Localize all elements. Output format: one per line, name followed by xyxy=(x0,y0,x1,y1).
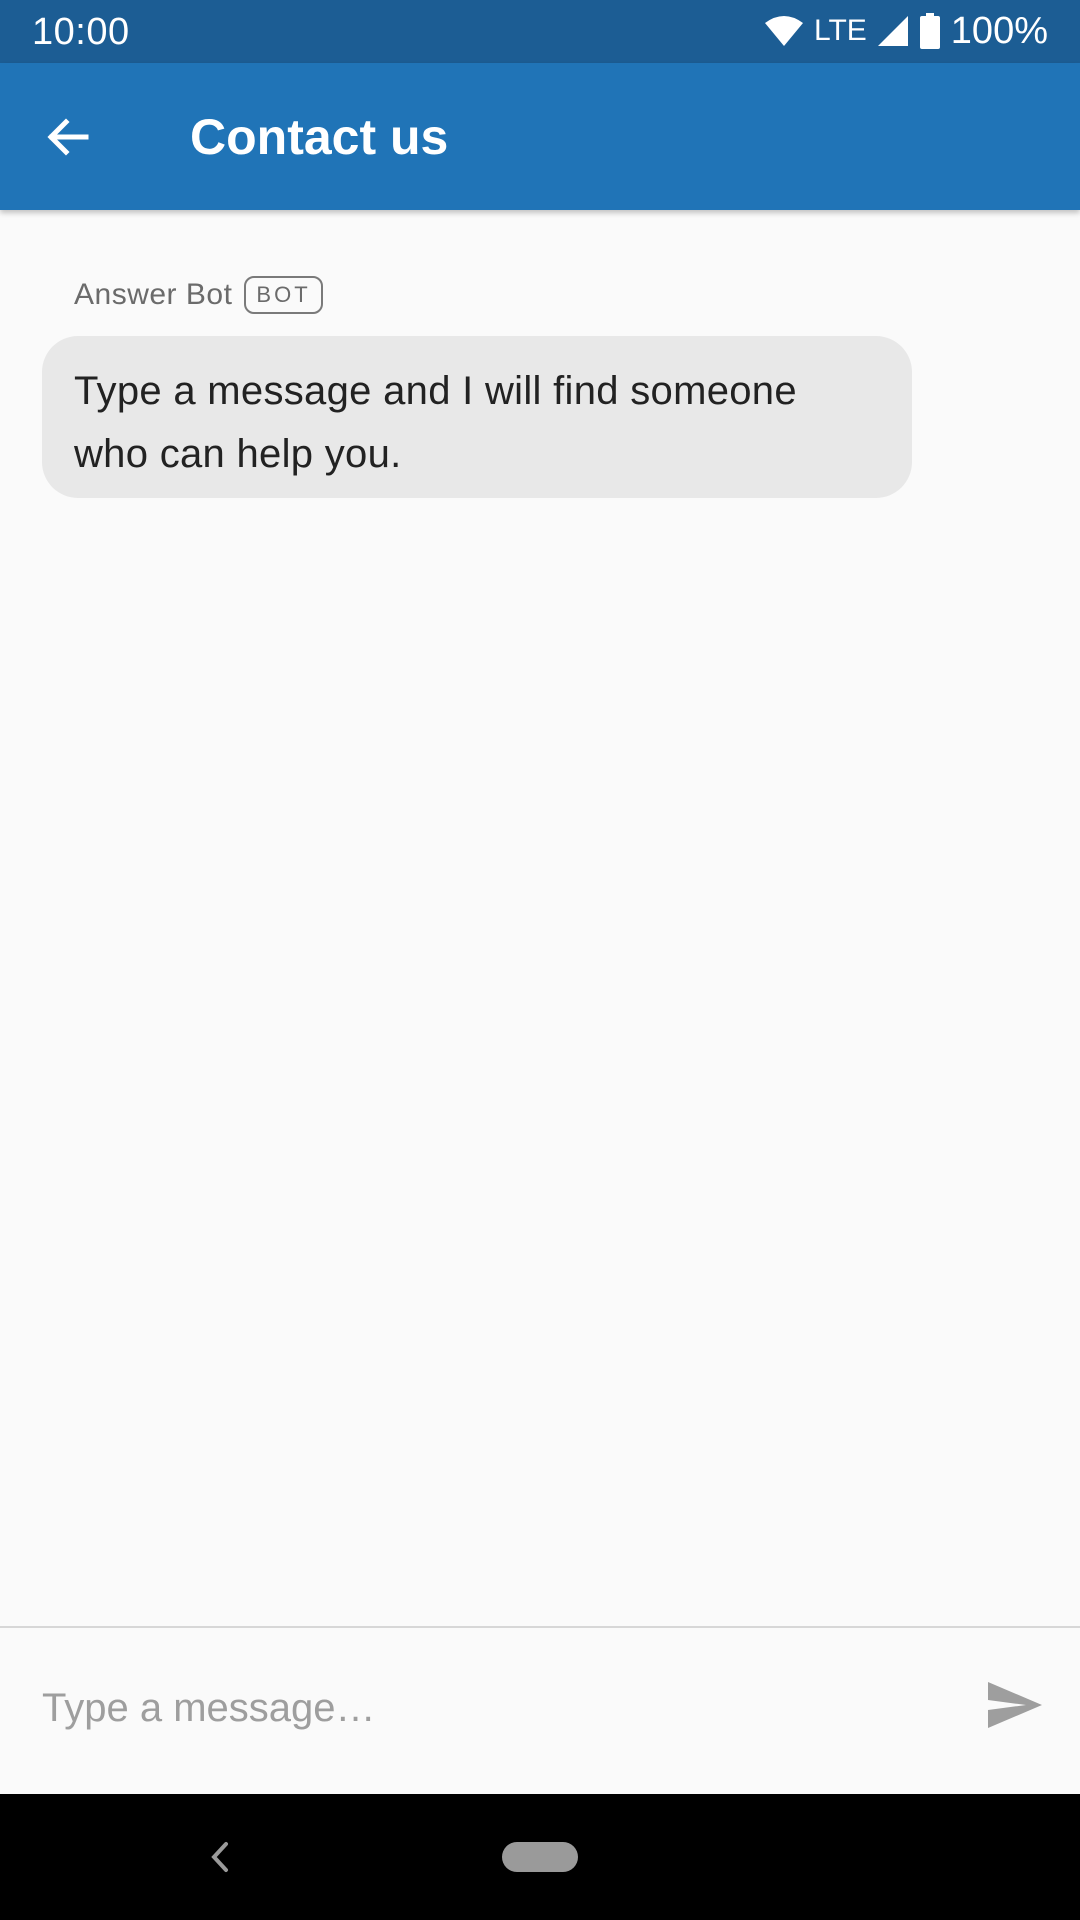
nav-back-button[interactable] xyxy=(200,1834,240,1880)
app-bar: Contact us xyxy=(0,63,1080,210)
back-button[interactable] xyxy=(30,99,106,175)
battery-percent: 100% xyxy=(950,10,1048,52)
contact-us-screen: 10:00 LTE 100% Contact us Answer Bot BOT… xyxy=(0,0,1080,1920)
sender-name: Answer Bot xyxy=(74,278,233,311)
wifi-icon xyxy=(765,16,803,46)
arrow-back-icon xyxy=(47,118,89,156)
system-nav-bar xyxy=(0,1794,1080,1920)
page-title: Contact us xyxy=(190,109,449,165)
send-button[interactable] xyxy=(980,1670,1050,1740)
status-icons: LTE 100% xyxy=(764,8,1048,54)
nav-home-pill[interactable] xyxy=(502,1842,578,1872)
nav-back-icon xyxy=(211,1842,228,1872)
message-input[interactable] xyxy=(42,1673,922,1743)
network-type: LTE xyxy=(814,14,867,47)
status-bar: 10:00 LTE 100% xyxy=(0,0,1080,63)
send-icon xyxy=(988,1682,1042,1728)
message-sender: Answer Bot BOT xyxy=(74,273,323,317)
signal-icon xyxy=(877,16,908,46)
battery-icon xyxy=(919,13,940,49)
message-composer xyxy=(0,1628,1080,1794)
status-time: 10:00 xyxy=(32,11,130,53)
message-bubble: Type a message and I will find someone w… xyxy=(42,336,912,498)
bot-badge: BOT xyxy=(244,276,323,314)
